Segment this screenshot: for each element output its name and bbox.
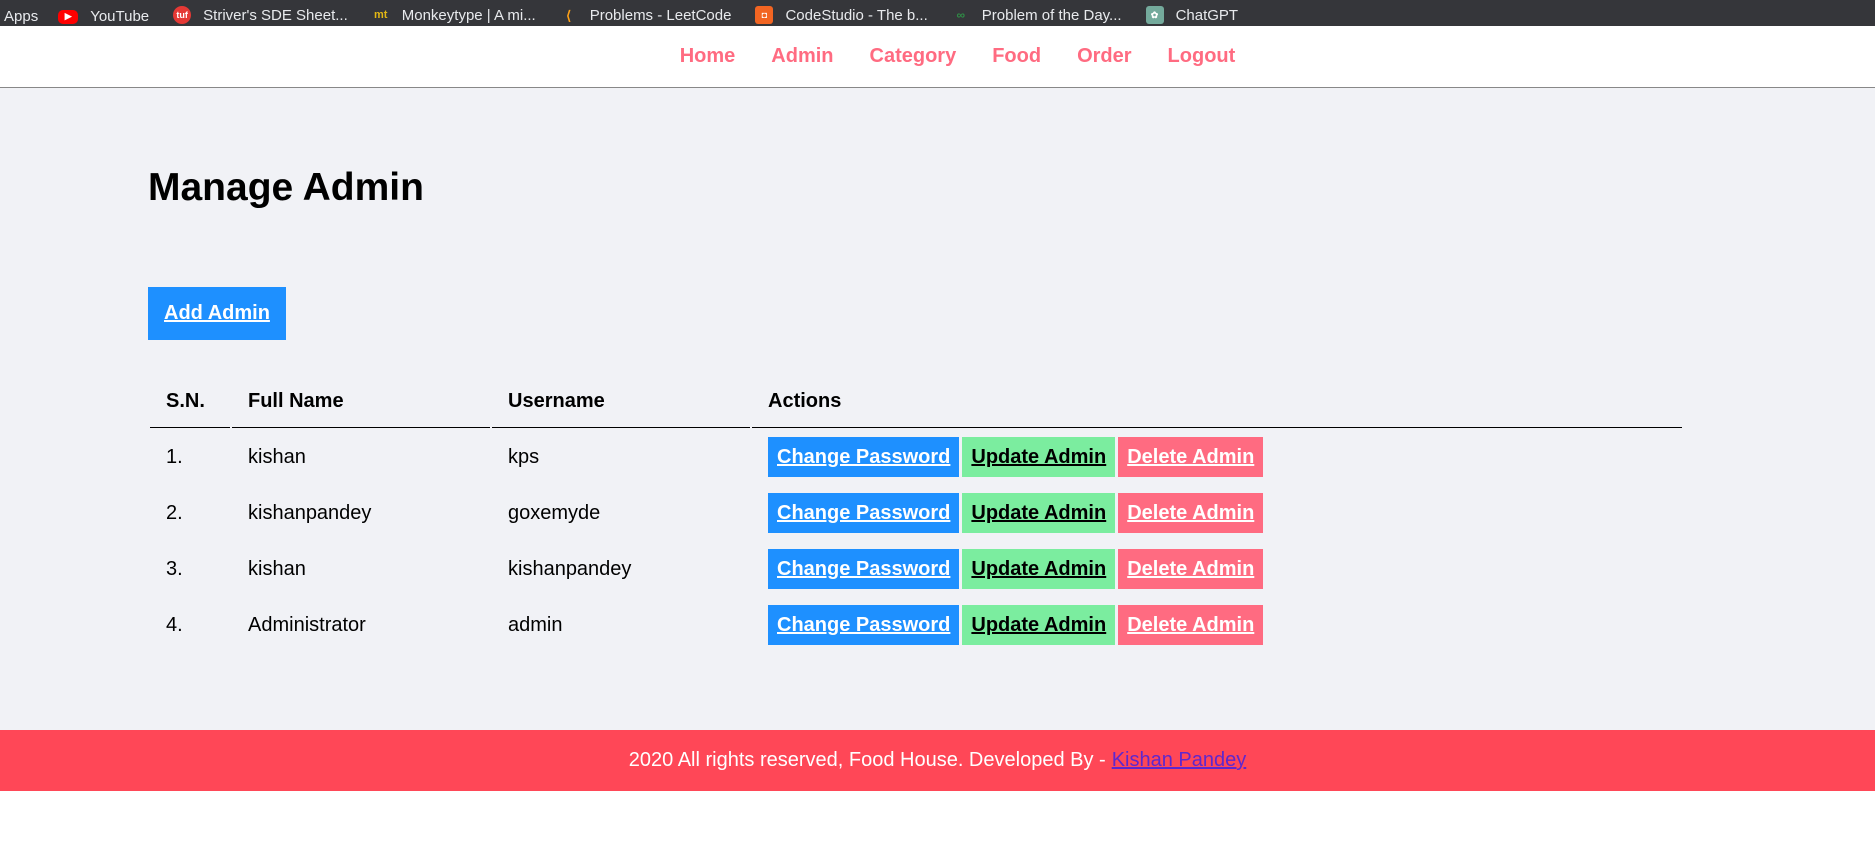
cell-username: kishanpandey xyxy=(508,557,632,580)
cell-full-name: kishan xyxy=(248,445,306,468)
delete-admin-button[interactable]: Delete Admin xyxy=(1118,437,1264,477)
cell-actions: Change Password Update Admin Delete Admin xyxy=(752,430,1682,484)
main-nav: Home Admin Category Food Order Logout xyxy=(0,26,1875,88)
table-header-row: S.N. Full Name Username Actions xyxy=(150,376,1682,428)
bookmark-label: Monkeytype | A mi... xyxy=(401,6,536,24)
update-admin-button[interactable]: Update Admin xyxy=(962,437,1116,477)
bookmark-apps[interactable]: Apps xyxy=(4,9,38,24)
bookmarks-bar: Apps ▶ YouTube tuf Striver's SDE Sheet..… xyxy=(0,0,1875,26)
nav-order[interactable]: Order xyxy=(1077,45,1131,68)
cell-sn: 4. xyxy=(166,613,183,636)
chatgpt-icon: ✿ xyxy=(1145,6,1164,24)
bookmark-strivers-sheet[interactable]: tuf Striver's SDE Sheet... xyxy=(173,6,348,24)
nav-home[interactable]: Home xyxy=(680,45,736,68)
table-row: 2. kishanpandey goxemyde Change Password… xyxy=(150,486,1682,540)
nav-logout[interactable]: Logout xyxy=(1168,45,1236,68)
header-sn: S.N. xyxy=(150,376,230,428)
bookmark-label: YouTube xyxy=(90,8,150,25)
bookmark-monkeytype[interactable]: mt Monkeytype | A mi... xyxy=(372,6,536,24)
nav-food[interactable]: Food xyxy=(992,45,1041,68)
bookmark-label: Problems - LeetCode xyxy=(589,6,732,24)
change-password-button[interactable]: Change Password xyxy=(768,493,960,533)
bookmark-leetcode[interactable]: ⟨ Problems - LeetCode xyxy=(560,6,732,24)
change-password-button[interactable]: Change Password xyxy=(768,549,960,589)
footer-developer-link[interactable]: Kishan Pandey xyxy=(1112,749,1247,772)
change-password-button[interactable]: Change Password xyxy=(768,437,960,477)
nav-admin[interactable]: Admin xyxy=(771,45,833,68)
delete-admin-button[interactable]: Delete Admin xyxy=(1118,493,1264,533)
cell-full-name: Administrator xyxy=(248,613,366,636)
delete-admin-button[interactable]: Delete Admin xyxy=(1118,549,1264,589)
bookmark-label: Problem of the Day... xyxy=(981,6,1122,24)
gfg-icon: ∞ xyxy=(956,8,966,22)
cell-actions: Change Password Update Admin Delete Admin xyxy=(752,542,1682,596)
cell-actions: Change Password Update Admin Delete Admin xyxy=(752,486,1682,540)
page-title: Manage Admin xyxy=(148,166,424,209)
bookmark-label: ChatGPT xyxy=(1175,6,1239,24)
admin-table: S.N. Full Name Username Actions 1. kisha… xyxy=(148,374,1684,654)
footer: 2020 All rights reserved, Food House. De… xyxy=(0,730,1875,791)
youtube-icon: ▶ xyxy=(58,9,79,24)
cell-sn: 2. xyxy=(166,501,183,524)
cell-sn: 3. xyxy=(166,557,183,580)
cell-sn: 1. xyxy=(166,445,183,468)
cell-username: goxemyde xyxy=(508,501,601,524)
bookmark-chatgpt[interactable]: ✿ ChatGPT xyxy=(1145,6,1239,24)
cell-username: kps xyxy=(508,445,540,468)
cell-actions: Change Password Update Admin Delete Admin xyxy=(752,598,1682,652)
update-admin-button[interactable]: Update Admin xyxy=(962,549,1116,589)
table-row: 1. kishan kps Change Password Update Admi… xyxy=(150,430,1682,484)
cell-full-name: kishan xyxy=(248,557,306,580)
tuf-icon: tuf xyxy=(173,6,192,24)
bookmark-gfg[interactable]: ∞ Problem of the Day... xyxy=(952,6,1122,24)
nav-category[interactable]: Category xyxy=(870,45,957,68)
delete-admin-button[interactable]: Delete Admin xyxy=(1118,605,1264,645)
bookmark-youtube[interactable]: ▶ YouTube xyxy=(58,9,149,24)
table-row: 3. kishan kishanpandey Change Password Up… xyxy=(150,542,1682,596)
bookmark-label: Apps xyxy=(4,8,39,25)
add-admin-button[interactable]: Add Admin xyxy=(148,287,286,340)
update-admin-button[interactable]: Update Admin xyxy=(962,493,1116,533)
leetcode-icon: ⟨ xyxy=(566,7,572,23)
bookmark-label: CodeStudio - The b... xyxy=(785,6,928,24)
codestudio-icon: ◘ xyxy=(755,6,774,24)
main-content: Manage Admin Add Admin S.N. Full Name Us… xyxy=(0,88,1875,730)
header-full-name: Full Name xyxy=(232,376,490,428)
cell-username: admin xyxy=(508,613,563,636)
monkeytype-icon: mt xyxy=(374,8,388,21)
cell-full-name: kishanpandey xyxy=(248,501,372,524)
table-row: 4. Administrator admin Change Password Up… xyxy=(150,598,1682,652)
bookmark-label: Striver's SDE Sheet... xyxy=(203,6,348,24)
header-username: Username xyxy=(492,376,750,428)
footer-text: 2020 All rights reserved, Food House. De… xyxy=(628,749,1106,771)
header-actions: Actions xyxy=(752,376,1682,428)
change-password-button[interactable]: Change Password xyxy=(768,605,960,645)
update-admin-button[interactable]: Update Admin xyxy=(962,605,1116,645)
bookmark-codestudio[interactable]: ◘ CodeStudio - The b... xyxy=(755,6,928,24)
